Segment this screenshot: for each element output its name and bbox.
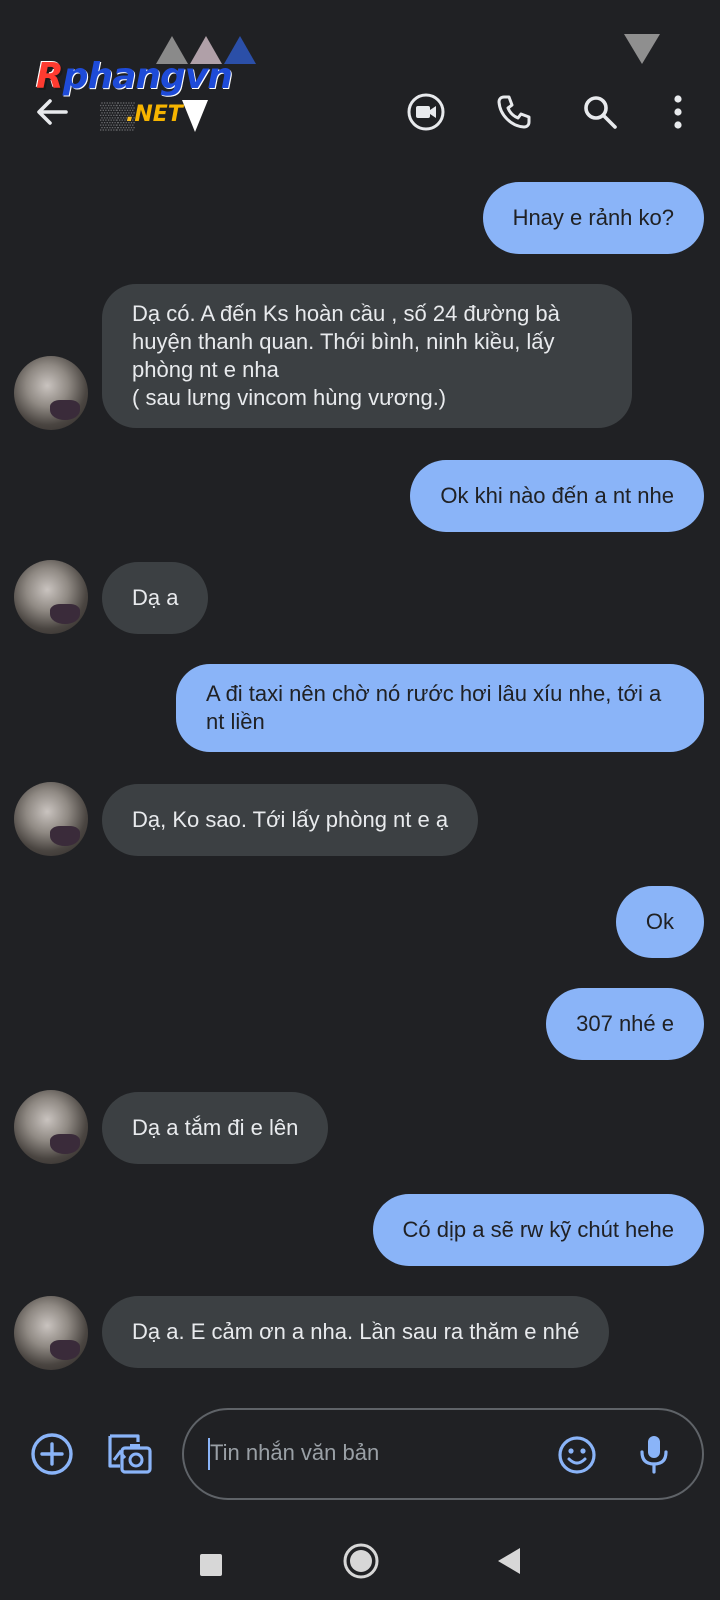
back-button[interactable]: [28, 88, 76, 136]
avatar[interactable]: [14, 1090, 88, 1164]
message-text: Dạ a: [132, 585, 179, 610]
message-outgoing[interactable]: 307 nhé e: [546, 988, 704, 1060]
add-icon: [31, 1433, 73, 1475]
message-incoming[interactable]: Dạ, Ko sao. Tới lấy phòng nt e ạ: [102, 784, 479, 856]
message-incoming[interactable]: Dạ có. A đến Ks hoàn cầu , số 24 đường b…: [102, 284, 632, 428]
more-options-button[interactable]: [656, 88, 700, 136]
emoji-button[interactable]: [556, 1434, 598, 1476]
message-text: Ok: [645, 909, 674, 934]
message-text: Hnay e rảnh ko?: [512, 205, 674, 230]
gallery-camera-button[interactable]: [106, 1430, 154, 1478]
message-input[interactable]: Tin nhắn văn bản: [210, 1440, 379, 1466]
message-outgoing[interactable]: Ok: [615, 886, 704, 958]
message-text: Dạ có. A đến Ks hoàn cầu , số 24 đường b…: [132, 301, 560, 410]
voice-input-button[interactable]: [632, 1432, 676, 1476]
add-attachment-button[interactable]: [30, 1432, 74, 1476]
message-text: Dạ, Ko sao. Tới lấy phòng nt e ạ: [132, 807, 449, 832]
message-text: Ok khi nào đến a nt nhe: [440, 483, 674, 508]
contact-name[interactable]: ▒▒: [100, 100, 135, 131]
message-text: A đi taxi nên chờ nó rước hơi lâu xíu nh…: [206, 681, 662, 734]
message-text: Dạ a tắm đi e lên: [132, 1115, 299, 1140]
more-vert-icon: [674, 95, 682, 129]
back-arrow-icon: [37, 99, 68, 125]
message-outgoing[interactable]: Hnay e rảnh ko?: [482, 182, 704, 254]
recents-icon[interactable]: [200, 1554, 222, 1576]
app-bar: Rphangvn .NET ▒▒: [0, 0, 720, 168]
message-incoming[interactable]: Dạ a. E cảm ơn a nha. Lần sau ra thăm e …: [102, 1296, 610, 1368]
phone-call-button[interactable]: [490, 88, 538, 136]
message-incoming[interactable]: Dạ a tắm đi e lên: [102, 1092, 329, 1164]
search-icon: [584, 96, 617, 129]
message-text: 307 nhé e: [576, 1011, 674, 1036]
avatar[interactable]: [14, 356, 88, 430]
back-icon[interactable]: [496, 1546, 524, 1576]
message-text: Có dịp a sẽ rw kỹ chút hehe: [402, 1217, 674, 1242]
message-outgoing[interactable]: A đi taxi nên chờ nó rước hơi lâu xíu nh…: [176, 664, 704, 752]
message-outgoing[interactable]: Có dịp a sẽ rw kỹ chút hehe: [372, 1194, 704, 1266]
gallery-camera-icon: [108, 1434, 152, 1474]
avatar[interactable]: [14, 560, 88, 634]
message-text: Dạ a. E cảm ơn a nha. Lần sau ra thăm e …: [132, 1319, 580, 1344]
emoji-icon: [558, 1436, 596, 1474]
message-incoming[interactable]: Dạ a: [102, 562, 209, 634]
search-button[interactable]: [576, 88, 624, 136]
watermark-arrow-icon: [182, 100, 208, 132]
message-composer[interactable]: Tin nhắn văn bản: [182, 1408, 704, 1500]
avatar[interactable]: [14, 1296, 88, 1370]
watermark-tld: .NET: [126, 102, 183, 127]
header-deco-triangle-icon: [624, 34, 660, 64]
system-navigation-bar: [0, 1524, 720, 1600]
video-call-button[interactable]: [402, 88, 450, 136]
avatar[interactable]: [14, 782, 88, 856]
message-outgoing[interactable]: Ok khi nào đến a nt nhe: [410, 460, 704, 532]
phone-icon: [497, 95, 531, 129]
mic-icon: [640, 1436, 668, 1474]
home-icon[interactable]: [342, 1542, 380, 1580]
video-call-icon: [407, 93, 445, 131]
